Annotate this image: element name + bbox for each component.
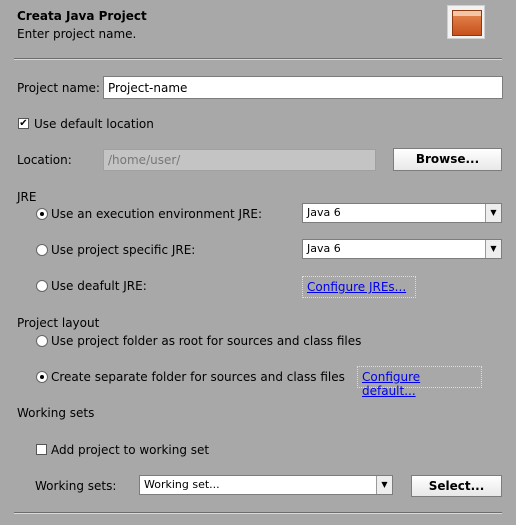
configure-default-box: Configure default... — [357, 366, 482, 398]
location-input — [103, 149, 376, 171]
checkmark-icon: ✔ — [19, 118, 28, 129]
add-to-working-set-checkbox[interactable] — [36, 444, 47, 455]
use-default-location-checkbox[interactable]: ✔ — [18, 118, 29, 129]
footer-separator — [14, 512, 502, 514]
chevron-down-icon: ▼ — [485, 204, 501, 222]
jre-project-specific-value: Java 6 — [307, 242, 341, 255]
configure-jres-box: Configure JREs... — [302, 276, 416, 298]
wizard-banner-icon — [447, 5, 485, 39]
jre-project-specific-select[interactable]: Java 6 ▼ — [302, 239, 502, 259]
dialog-title: Creata Java Project — [17, 9, 147, 23]
jre-project-specific-radio[interactable] — [36, 244, 48, 256]
jre-default-radio[interactable] — [36, 280, 48, 292]
jre-execution-env-value: Java 6 — [307, 206, 341, 219]
jre-execution-env-radio[interactable] — [36, 208, 48, 220]
layout-separate-folder-label: Create separate folder for sources and c… — [51, 370, 345, 384]
jre-default-label: Use deafult JRE: — [51, 279, 147, 293]
working-sets-label: Working sets: — [35, 479, 117, 493]
project-name-label: Project name: — [17, 81, 100, 95]
add-to-working-set-label: Add project to working set — [51, 443, 210, 457]
dialog-subtitle: Enter project name. — [17, 27, 137, 41]
browse-button[interactable]: Browse... — [393, 148, 502, 171]
location-label: Location: — [17, 153, 72, 167]
layout-project-root-radio[interactable] — [36, 335, 48, 347]
working-sets-group-label: Working sets — [17, 406, 95, 420]
jre-execution-env-select[interactable]: Java 6 ▼ — [302, 203, 502, 223]
chevron-down-icon: ▼ — [485, 240, 501, 258]
layout-separate-folder-radio[interactable] — [36, 371, 48, 383]
use-default-location-label: Use default location — [34, 117, 154, 131]
project-layout-group-label: Project layout — [17, 316, 100, 330]
select-working-set-button[interactable]: Select... — [411, 475, 502, 497]
chevron-down-icon: ▼ — [376, 476, 392, 494]
configure-default-link[interactable]: Configure default... — [362, 370, 420, 398]
configure-jres-link[interactable]: Configure JREs... — [307, 280, 406, 294]
jre-execution-env-label: Use an execution environment JRE: — [51, 207, 263, 221]
jre-project-specific-label: Use project specific JRE: — [51, 243, 196, 257]
project-name-input[interactable] — [103, 76, 503, 99]
working-sets-select[interactable]: Working set... ▼ — [139, 475, 393, 495]
jre-group-label: JRE — [17, 190, 37, 204]
layout-project-root-label: Use project folder as root for sources a… — [51, 334, 362, 348]
header-separator — [14, 58, 502, 60]
working-sets-value: Working set... — [144, 478, 220, 491]
